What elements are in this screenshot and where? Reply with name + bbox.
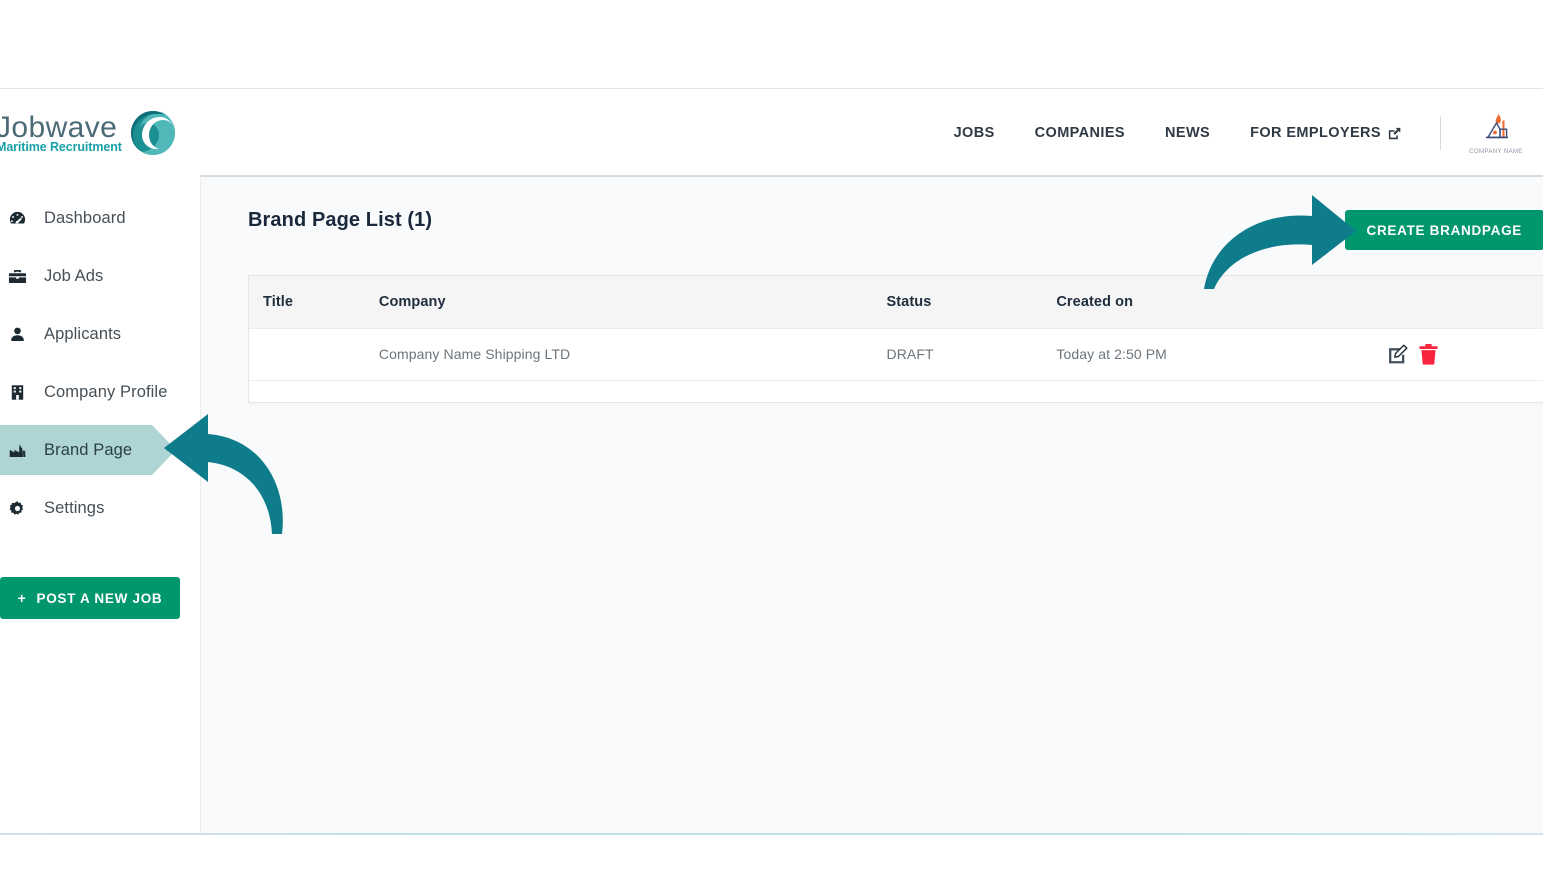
table-header-row: Title Company Status Created on: [249, 276, 1543, 328]
delete-icon[interactable]: [1418, 343, 1439, 366]
sidebar-item-company-profile[interactable]: Company Profile: [0, 363, 200, 421]
content-inner: Brand Page List (1) CREATE BRANDPAGE Tit…: [201, 177, 1543, 833]
account-company-name: COMPANY NAME: [1469, 149, 1523, 155]
cell-status: DRAFT: [886, 346, 934, 362]
nav-item-for-employers-label: FOR EMPLOYERS: [1250, 125, 1381, 141]
sidebar: Dashboard Job Ads Applicants Company Pro…: [0, 175, 200, 833]
sidebar-item-dashboard[interactable]: Dashboard: [0, 189, 200, 247]
column-header-title: Title: [263, 293, 294, 310]
sidebar-item-company-profile-label: Company Profile: [44, 382, 168, 401]
external-link-icon: [1387, 126, 1402, 141]
nav-item-companies-label: COMPANIES: [1034, 125, 1125, 141]
cell-actions: [1386, 328, 1543, 380]
logo-text: Jobwave Maritime Recruitment: [0, 110, 128, 154]
sidebar-item-settings-label: Settings: [44, 498, 105, 517]
sidebar-item-applicants-label: Applicants: [44, 324, 122, 343]
create-brandpage-button[interactable]: CREATE BRANDPAGE: [1344, 210, 1543, 250]
cell-created-on: Today at 2:50 PM: [1056, 346, 1167, 362]
sidebar-item-brand-page[interactable]: Brand Page: [0, 421, 200, 479]
nav-item-jobs-label: JOBS: [953, 125, 995, 141]
edit-icon[interactable]: [1386, 343, 1409, 366]
nav-item-jobs[interactable]: JOBS: [934, 125, 1015, 141]
table-row[interactable]: Company Name Shipping LTD DRAFT Today at…: [249, 328, 1543, 380]
nav-item-for-employers[interactable]: FOR EMPLOYERS: [1230, 125, 1422, 141]
person-icon: [4, 325, 30, 344]
company-building-icon: [1476, 111, 1516, 148]
nav-divider: [1440, 116, 1441, 150]
wave-c-icon: [130, 110, 176, 156]
main-navigation: JOBS COMPANIES NEWS FOR EMPLOYERS COMPAN…: [934, 104, 1543, 162]
cell-title: [249, 328, 379, 380]
column-header-created-on: Created on: [1056, 293, 1134, 310]
row-actions: [1386, 343, 1543, 366]
app-page: Jobwave Maritime Recruitment JOBS COMPAN…: [0, 0, 1543, 870]
cell-company: Company Name Shipping LTD: [378, 346, 571, 362]
main-content: Brand Page List (1) CREATE BRANDPAGE Tit…: [200, 175, 1543, 833]
factory-icon: [4, 441, 30, 460]
table-body: Company Name Shipping LTD DRAFT Today at…: [249, 328, 1543, 402]
table-head: Title Company Status Created on: [249, 276, 1543, 328]
logo-tagline: Maritime Recruitment: [0, 139, 122, 154]
site-logo[interactable]: Jobwave Maritime Recruitment: [0, 104, 176, 162]
briefcase-icon: [4, 267, 30, 286]
sidebar-item-settings[interactable]: Settings: [0, 479, 200, 537]
nav-item-news[interactable]: NEWS: [1145, 125, 1230, 141]
building-icon: [4, 383, 30, 402]
sidebar-item-dashboard-label: Dashboard: [44, 208, 126, 227]
post-a-new-job-label: POST A NEW JOB: [36, 590, 163, 606]
brand-page-table: Title Company Status Created on Company …: [249, 276, 1543, 402]
sidebar-nav-list: Dashboard Job Ads Applicants Company Pro…: [0, 175, 200, 537]
brand-page-table-card: Title Company Status Created on Company …: [248, 275, 1543, 403]
table-spacer-cell: [249, 380, 1543, 402]
plus-icon: +: [17, 590, 27, 606]
sidebar-item-applicants[interactable]: Applicants: [0, 305, 200, 363]
logo-wordmark: Jobwave: [0, 110, 118, 144]
column-header-actions: [1386, 276, 1543, 328]
sidebar-item-job-ads-label: Job Ads: [44, 266, 104, 285]
column-header-company: Company: [378, 293, 446, 310]
nav-item-news-label: NEWS: [1165, 125, 1211, 141]
page-bottom-divider: [0, 833, 1543, 835]
nav-item-companies[interactable]: COMPANIES: [1015, 125, 1145, 141]
account-company-badge[interactable]: COMPANY NAME: [1455, 111, 1543, 155]
sidebar-item-brand-page-label: Brand Page: [44, 440, 133, 459]
table-spacer-row: [249, 380, 1543, 402]
column-header-status: Status: [886, 293, 932, 310]
post-a-new-job-button[interactable]: + POST A NEW JOB: [0, 577, 180, 619]
gear-icon: [4, 499, 30, 518]
sidebar-item-job-ads[interactable]: Job Ads: [0, 247, 200, 305]
dashboard-gauge-icon: [4, 209, 30, 228]
